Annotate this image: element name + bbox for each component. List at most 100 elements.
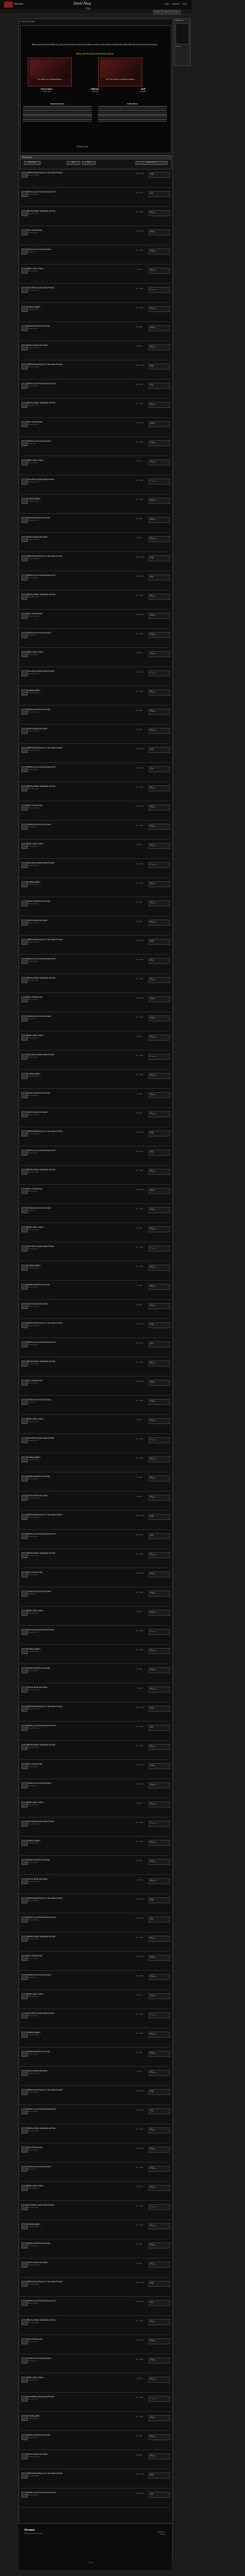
avatar[interactable] [21,2357,28,2364]
avatar[interactable] [21,1706,28,1712]
advertise-link[interactable]: Advertise [175,45,190,48]
thread-title[interactable]: Bloody Palace strategies and tips [28,1936,127,1938]
thread-title[interactable]: Timeline and lore discussion [28,824,127,826]
last-post[interactable]: Kyrie 3 days ago [149,2032,170,2038]
last-post[interactable]: Lady 2 days ago [149,1418,170,1424]
last-post[interactable]: V3 days ago [149,1821,170,1827]
last-post[interactable]: Vergil 2 days ago [149,2357,170,2364]
avatar[interactable] [21,670,28,676]
thread-title[interactable]: Soundtrack appreciation thread [28,287,127,289]
avatar[interactable] [21,1916,28,1923]
thread-row[interactable]: Best combo videos Started by Nero 19 / 740… [20,1225,170,1242]
avatar[interactable] [21,594,28,600]
avatar[interactable] [21,555,28,561]
thread-row[interactable]: Timeline and lore discussion Started by V… [20,1397,170,1415]
last-post[interactable]: Vergil Today [149,1706,170,1712]
thread-title[interactable]: Best combo videos [28,1993,127,1995]
last-post[interactable]: V3 days ago [149,2396,170,2402]
avatar[interactable] [21,1188,28,1194]
avatar[interactable] [21,1782,28,1788]
avatar[interactable] [21,2300,28,2306]
avatar[interactable] [21,2089,28,2095]
avatar[interactable] [21,1667,28,1673]
thread-row[interactable]: Cosplay gallery Started by Lady 33 / 1,430… [20,2413,170,2431]
thread-row[interactable]: Bloody Palace strategies and tips Started… [20,592,170,610]
last-post[interactable]: Vergil 2 days ago [149,1015,170,1022]
thread-title[interactable]: Best combo videos [28,651,127,653]
avatar[interactable] [21,804,28,811]
thread-row[interactable]: What is your favourite Devil Arm? Started… [20,2107,170,2124]
last-post[interactable]: Nico Yesterday [149,977,170,983]
thread-row[interactable]: Soundtrack appreciation thread Started by… [20,2203,170,2220]
thread-title[interactable]: Dante Must Die mode help [28,1859,127,1861]
last-post[interactable]: Nero 4 days ago [149,1686,170,1693]
avatar[interactable] [21,325,28,331]
thread-title[interactable]: Dante Must Die mode help [28,2051,127,2053]
avatar[interactable] [21,1686,28,1693]
thread-row[interactable]: Official Devil May Cry 5 discussion thre… [20,2087,170,2105]
avatar[interactable] [21,459,28,466]
thread-title[interactable]: Official Devil May Cry 5 discussion thre… [28,2281,127,2283]
avatar[interactable] [21,977,28,983]
avatar[interactable] [21,440,28,446]
breadcrumb[interactable]: » Forum Board [20,21,34,23]
avatar[interactable] [21,229,28,235]
thread-title[interactable]: Official Devil May Cry 5 discussion thre… [28,2472,127,2475]
thread-row[interactable]: Fan art showcase Started by Kyrie 230 / 9,… [20,2145,170,2163]
avatar[interactable] [21,1073,28,1079]
avatar[interactable] [21,2377,28,2383]
last-post[interactable]: Nero 4 days ago [149,728,170,734]
last-post[interactable]: Vergil 2 days ago [149,1782,170,1788]
last-post[interactable]: Nero 4 days ago [149,2262,170,2268]
menu-button[interactable]: Menu [172,10,181,15]
avatar[interactable] [21,2204,28,2210]
thread-row[interactable]: Bloody Palace strategies and tips Started… [20,1742,170,1760]
avatar[interactable] [21,191,28,197]
last-post[interactable]: Dante Yesterday [149,1571,170,1578]
last-post[interactable]: Dante Yesterday [149,1955,170,1961]
thread-row[interactable]: Soundtrack appreciation thread Started by… [20,1436,170,1453]
last-post[interactable]: Kyrie 3 days ago [149,881,170,887]
thread-row[interactable]: Dante Must Die mode help Started by Nico 2… [20,1666,170,1683]
avatar[interactable] [21,2070,28,2076]
last-post[interactable]: Dante Yesterday [149,2147,170,2153]
last-post[interactable]: Nico Yesterday [149,210,170,216]
last-post[interactable]: Nico Yesterday [149,1552,170,1558]
thread-title[interactable]: Best combo videos [28,268,127,270]
thread-row[interactable]: Timeline and lore discussion Started by V… [20,1781,170,1798]
thread-row[interactable]: Official Devil May Cry 5 discussion thre… [20,1704,170,1722]
last-post[interactable]: Nero 4 days ago [149,1111,170,1117]
thread-row[interactable]: Soundtrack appreciation thread Started by… [20,1819,170,1837]
search-button[interactable]: Search [162,10,172,15]
avatar[interactable] [21,2166,28,2172]
avatar[interactable] [21,958,28,964]
promo-card-2[interactable]: DmC Devil May Cry Definitive Edition [98,58,142,87]
avatar[interactable] [21,2051,28,2057]
last-post[interactable]: Kyrie 3 days ago [149,1840,170,1846]
avatar[interactable] [21,1418,28,1424]
thread-title[interactable]: Official Devil May Cry 5 discussion thre… [28,1514,127,1516]
thread-row[interactable]: Bloody Palace strategies and tips Started… [20,784,170,801]
thread-row[interactable]: Fan art showcase Started by Kyrie 230 / 9,… [20,1953,170,1971]
avatar[interactable] [21,1744,28,1750]
thread-row[interactable]: Bloody Palace strategies and tips Started… [20,400,170,418]
avatar[interactable] [21,1207,28,1213]
avatar[interactable] [21,2415,28,2421]
thread-row[interactable]: Anime series discussion Started by Vergil… [20,1877,170,1894]
thread-row[interactable]: Anime series discussion Started by Vergil… [20,726,170,744]
thread-row[interactable]: Official Devil May Cry 5 discussion thre… [20,1321,170,1338]
last-post[interactable]: Dante 4 days ago [149,2051,170,2057]
avatar[interactable] [21,651,28,657]
thread-title[interactable]: Dante Must Die mode help [28,709,127,711]
thread-title[interactable]: What is your favourite Devil Arm? [28,2492,127,2494]
thread-row[interactable]: Fan art showcase Started by Kyrie 230 / 9,… [20,2337,170,2354]
avatar[interactable] [21,2319,28,2325]
last-post[interactable]: Dante 4 days ago [149,517,170,523]
thread-title[interactable]: Official Devil May Cry 5 discussion thre… [28,364,127,366]
ad-placeholder[interactable] [175,23,189,44]
last-post[interactable]: Dante Yesterday [149,1188,170,1194]
thread-title[interactable]: Soundtrack appreciation thread [28,479,127,481]
thread-row[interactable]: Cosplay gallery Started by Lady 33 / 1,430… [20,1263,170,1281]
avatar[interactable] [21,1763,28,1769]
thread-title[interactable]: What is your favourite Devil Arm? [28,766,127,768]
